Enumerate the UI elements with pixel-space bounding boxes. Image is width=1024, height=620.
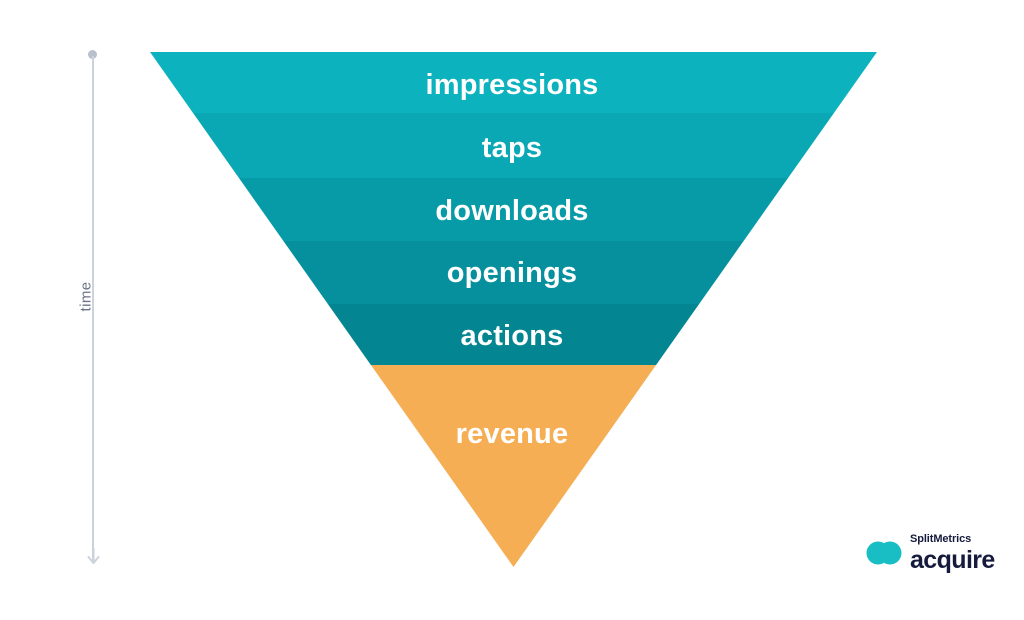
splitmetrics-acquire-logo: SplitMetrics acquire	[866, 533, 995, 575]
funnel-band-actions	[150, 304, 877, 365]
funnel-band-taps	[150, 113, 877, 178]
logo-text-block: SplitMetrics acquire	[910, 533, 995, 573]
funnel-band-revenue	[150, 365, 877, 567]
funnel-shape	[150, 52, 877, 567]
funnel-band-impressions	[150, 52, 877, 113]
overlapping-circles-icon	[866, 538, 902, 568]
logo-brand-name: SplitMetrics	[910, 533, 972, 545]
logo-product-name: acquire	[910, 546, 995, 574]
funnel-diagram-canvas: time impressions taps downloads openings…	[0, 0, 1024, 620]
funnel-band-downloads	[150, 178, 877, 241]
funnel-band-openings	[150, 241, 877, 304]
